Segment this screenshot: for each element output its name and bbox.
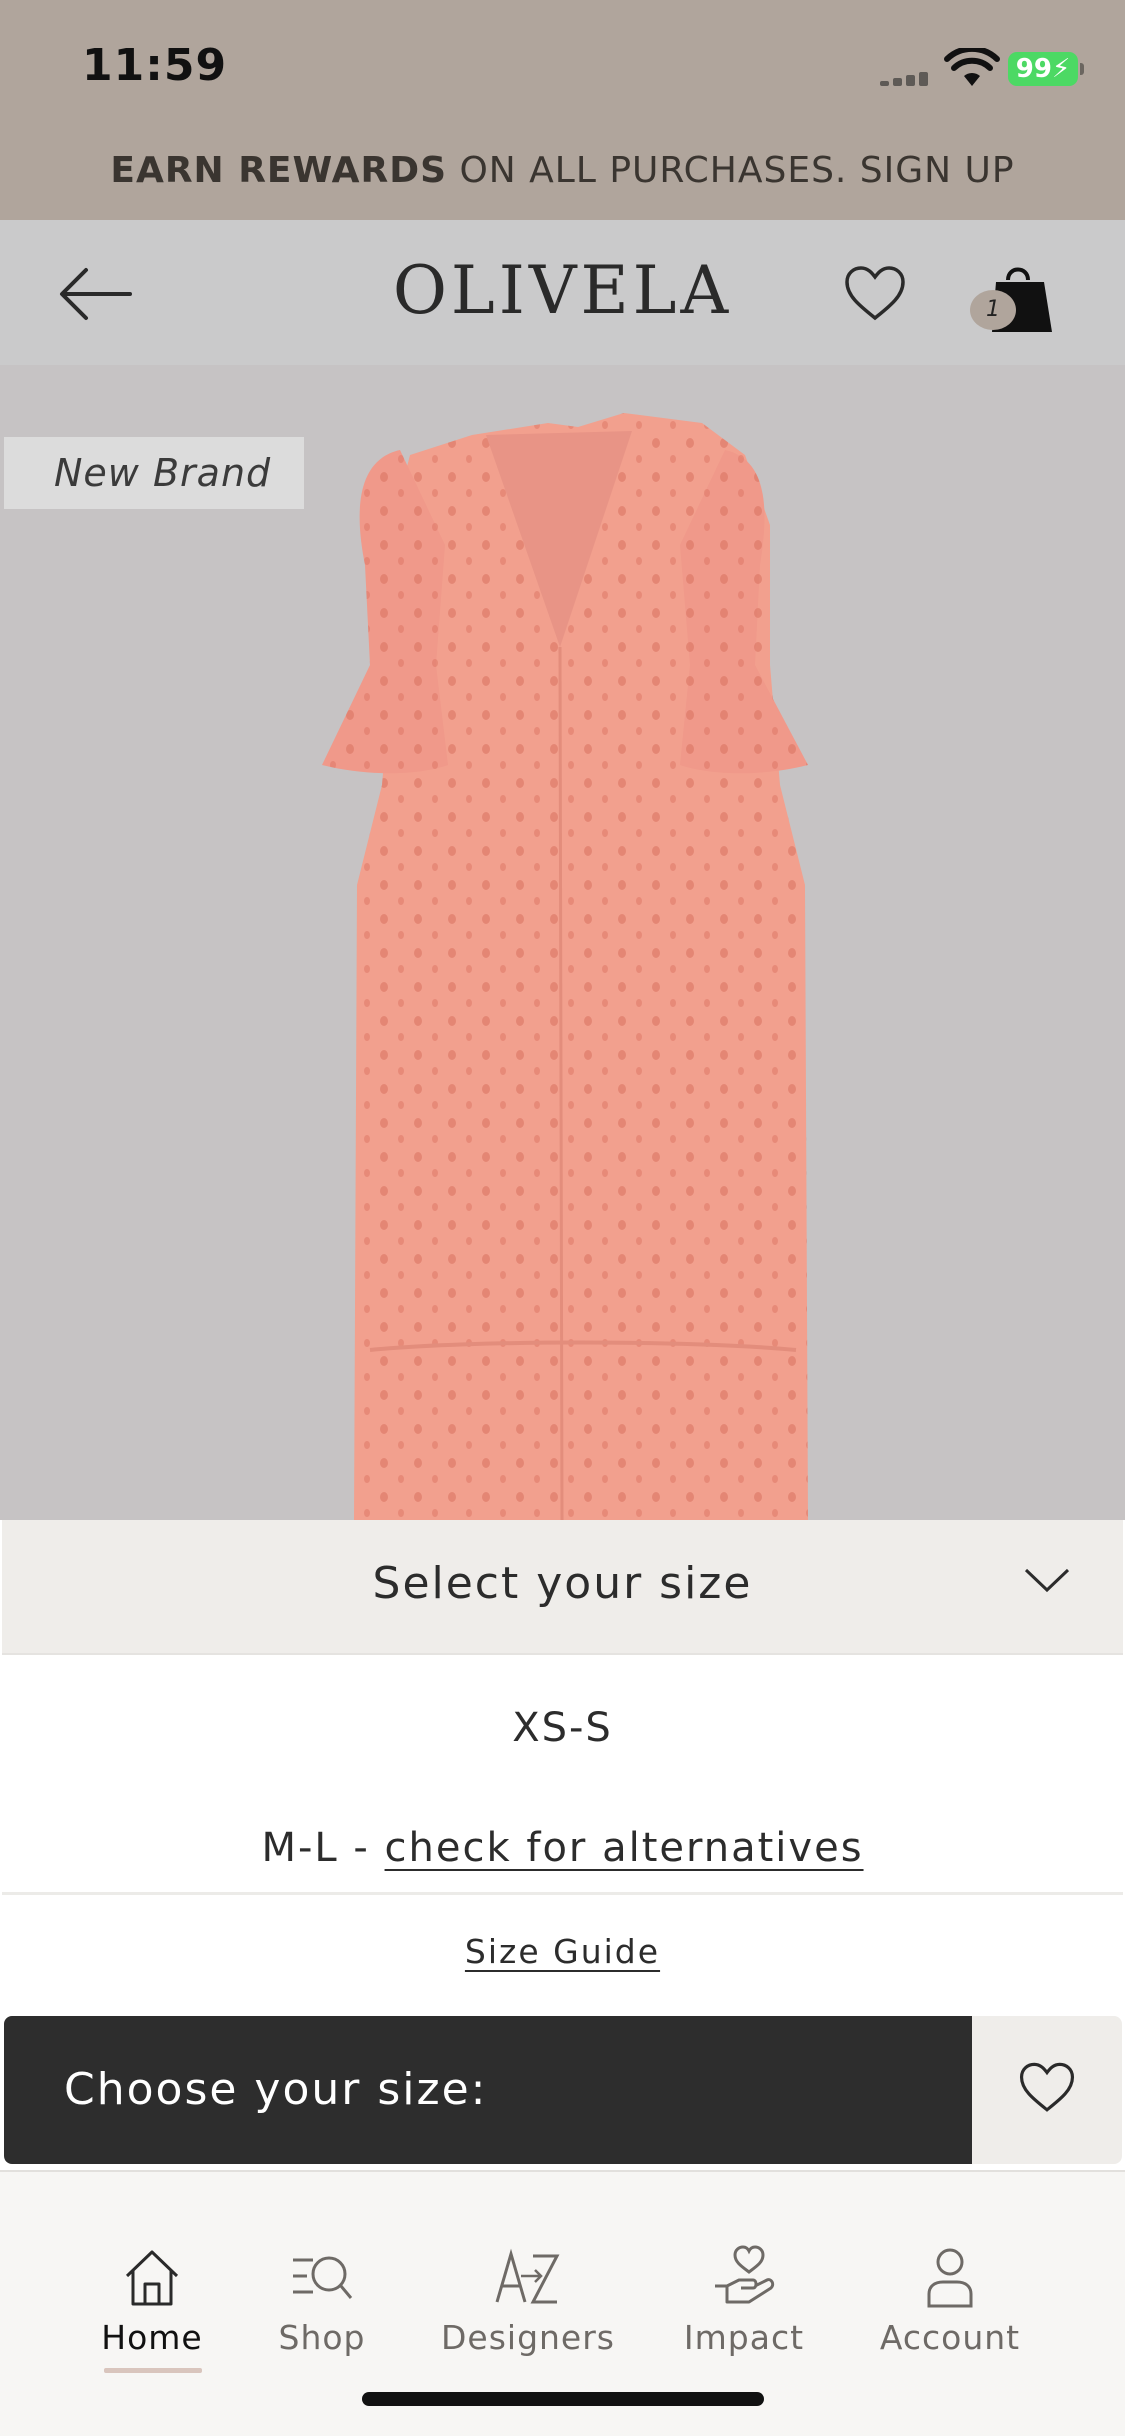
size-dropdown[interactable]: Select your size	[2, 1520, 1123, 1655]
rewards-banner-bold: EARN REWARDS	[110, 150, 448, 191]
tab-designers[interactable]: Designers	[428, 2242, 628, 2357]
wishlist-heart-icon[interactable]	[842, 264, 908, 324]
rewards-banner-text: ON ALL PURCHASES. SIGN UP	[447, 150, 1015, 191]
battery-level: 99	[1015, 54, 1052, 84]
home-icon	[125, 2250, 179, 2306]
new-brand-badge: New Brand	[4, 437, 304, 509]
check-alternatives-link[interactable]: check for alternatives	[385, 1825, 864, 1871]
tab-impact[interactable]: Impact	[644, 2242, 844, 2357]
tab-account-label: Account	[879, 2318, 1021, 2357]
tab-account[interactable]: Account	[850, 2242, 1050, 2357]
size-option-m-l[interactable]: M-L - check for alternatives	[2, 1825, 1123, 1871]
size-guide-row: Size Guide	[2, 1898, 1123, 2016]
bag-count-badge: 1	[970, 290, 1016, 330]
shop-search-icon	[293, 2256, 353, 2299]
tab-designers-label: Designers	[441, 2318, 615, 2357]
top-nav: OLIVELA	[0, 220, 1125, 365]
wifi-icon	[944, 48, 1000, 86]
home-indicator[interactable]	[362, 2392, 764, 2406]
designers-az-icon	[495, 2248, 560, 2304]
size-guide-link[interactable]: Size Guide	[465, 1932, 660, 1971]
brand-logo[interactable]: OLIVELA	[0, 252, 1125, 329]
product-image[interactable]: New Brand	[0, 365, 1125, 1520]
choose-size-button[interactable]: Choose your size:	[4, 2016, 972, 2164]
tab-impact-label: Impact	[683, 2318, 805, 2357]
size-dropdown-label: Select your size	[372, 1558, 753, 1609]
tab-shop[interactable]: Shop	[222, 2242, 422, 2357]
status-bar: 11:59 99⚡	[0, 0, 1125, 140]
impact-heart-hand-icon	[715, 2245, 775, 2304]
battery-icon: 99⚡	[1008, 52, 1084, 86]
account-icon	[927, 2248, 973, 2308]
size-option-m-l-label: M-L -	[261, 1825, 385, 1871]
active-tab-indicator	[104, 2368, 202, 2373]
size-options-list: XS-S M-L - check for alternatives	[2, 1655, 1123, 1895]
dress-illustration	[322, 413, 808, 1520]
cellular-signal-icon	[880, 72, 932, 86]
choose-size-label: Choose your size:	[64, 2064, 488, 2115]
status-time: 11:59	[82, 40, 228, 91]
tab-shop-label: Shop	[278, 2318, 366, 2357]
chevron-down-icon	[1024, 1568, 1070, 1593]
add-to-wishlist-button[interactable]	[972, 2016, 1122, 2164]
heart-icon	[1019, 2062, 1075, 2112]
size-option-xs-s[interactable]: XS-S	[2, 1705, 1123, 1751]
rewards-banner[interactable]: EARN REWARDS ON ALL PURCHASES. SIGN UP	[0, 140, 1125, 220]
